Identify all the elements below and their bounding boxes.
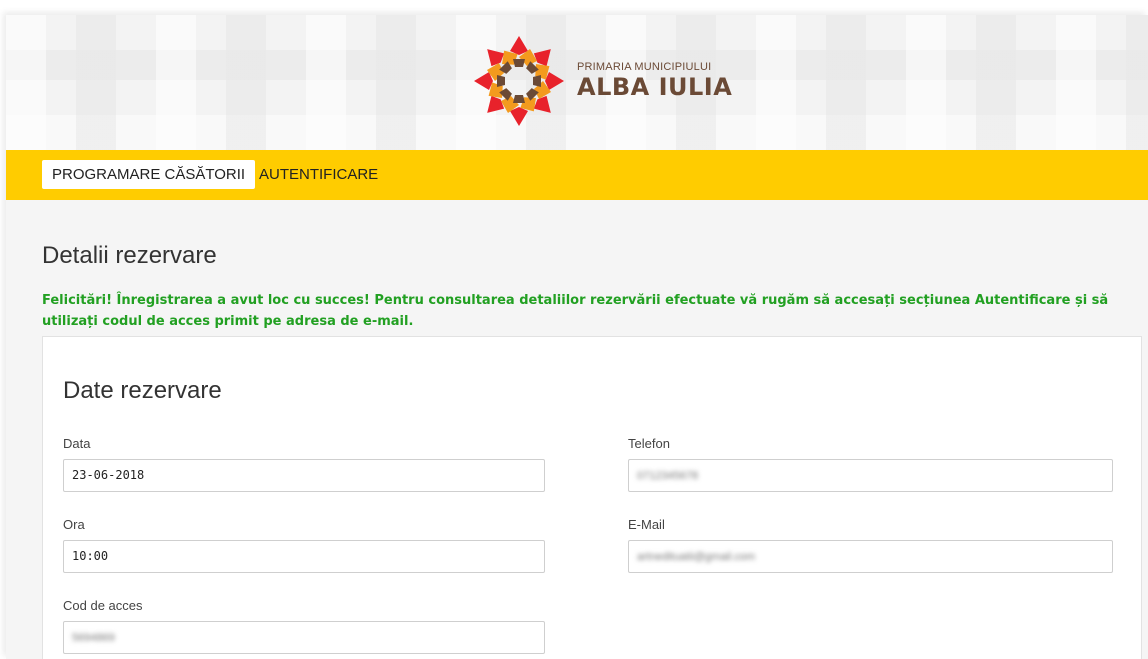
alba-iulia-emblem-icon — [474, 36, 564, 126]
access-code-value: 5694869 — [72, 632, 115, 644]
nav-item-autentificare[interactable]: AUTENTIFICARE — [249, 160, 388, 189]
email-field[interactable]: artnedituatii@gmail.com — [628, 540, 1113, 573]
access-code-field[interactable]: 5694869 — [63, 621, 545, 654]
date-field[interactable]: 23-06-2018 — [63, 459, 545, 492]
logo-title: ALBA IULIA — [577, 73, 733, 101]
phone-value: 0712345678 — [637, 470, 699, 482]
nav-item-programare-casatorii[interactable]: PROGRAMARE CĂSĂTORII — [42, 160, 256, 189]
site-logo[interactable]: PRIMARIA MUNICIPIULUI ALBA IULIA — [471, 35, 732, 127]
time-label: Ora — [63, 517, 85, 532]
phone-label: Telefon — [628, 436, 670, 451]
main-nav: PROGRAMARE CĂSĂTORII AUTENTIFICARE — [6, 150, 1148, 200]
browser-page: PRIMARIA MUNICIPIULUI ALBA IULIA PROGRAM… — [6, 15, 1148, 659]
phone-field[interactable]: 0712345678 — [628, 459, 1113, 492]
success-message: Felicitări! Înregistrarea a avut loc cu … — [42, 293, 1109, 329]
panel-title: Date rezervare — [63, 377, 222, 404]
logo-subtitle: PRIMARIA MUNICIPIULUI — [577, 61, 712, 73]
site-header: PRIMARIA MUNICIPIULUI ALBA IULIA — [6, 15, 1148, 150]
reservation-panel: Date rezervare Data 23-06-2018 Ora 10:00… — [42, 336, 1142, 659]
page-title: Detalii rezervare — [42, 242, 217, 269]
date-label: Data — [63, 436, 91, 451]
email-value: artnedituatii@gmail.com — [637, 551, 756, 563]
access-code-label: Cod de acces — [63, 598, 143, 613]
time-field[interactable]: 10:00 — [63, 540, 545, 573]
email-label: E-Mail — [628, 517, 665, 532]
